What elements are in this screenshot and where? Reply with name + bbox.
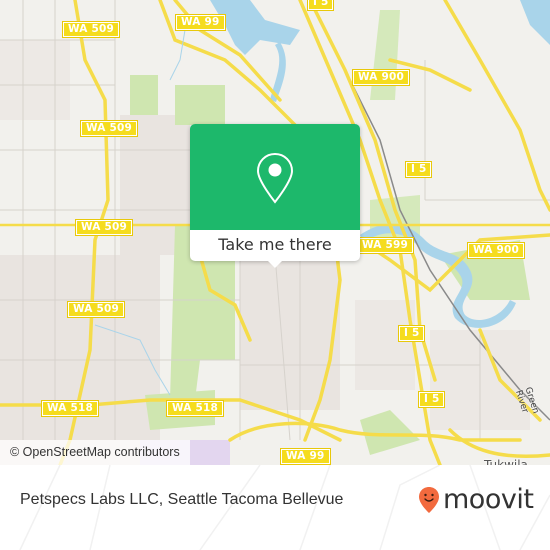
road-shield: I 5 (306, 0, 335, 11)
location-pin-icon (256, 152, 294, 204)
road-shield: WA 518 (165, 400, 225, 417)
footer: Petspecs Labs LLC, Seattle Tacoma Bellev… (0, 465, 550, 550)
map-attribution[interactable]: © OpenStreetMap contributors (0, 440, 190, 465)
urban-area (0, 40, 70, 120)
urban-area (240, 260, 340, 410)
urban-area (355, 300, 415, 390)
moovit-logo: moovit (418, 484, 534, 515)
park (360, 410, 420, 455)
road-shield: WA 518 (40, 400, 100, 417)
place-label-tukwila: Tukwila (484, 458, 528, 465)
road-shield: WA 99 (280, 448, 331, 465)
road-shield: WA 599 (355, 237, 415, 254)
road-shield: WA 509 (79, 120, 139, 137)
waterway (520, 0, 550, 45)
road-shield: WA 509 (61, 21, 121, 38)
map-view[interactable]: WA 509 WA 99 I 5 WA 900 WA 509 I 5 WA 50… (0, 0, 550, 465)
park (370, 10, 400, 100)
popup-pointer (267, 260, 283, 268)
road-shield: WA 900 (351, 69, 411, 86)
park (130, 75, 158, 115)
road-shield: WA 509 (74, 219, 134, 236)
moovit-brand-text: moovit (443, 484, 534, 515)
road-shield: I 5 (417, 391, 446, 408)
road-shield: WA 509 (66, 301, 126, 318)
popup-header (190, 124, 360, 230)
park (175, 85, 225, 125)
location-popup: Take me there (190, 124, 360, 268)
road-shield: I 5 (404, 161, 433, 178)
road-shield: WA 900 (466, 242, 526, 259)
road-shield: I 5 (397, 325, 426, 342)
moovit-smiley-pin-icon (419, 487, 439, 513)
take-me-there-button[interactable]: Take me there (190, 230, 360, 261)
road-shield: WA 99 (175, 14, 226, 31)
place-title: Petspecs Labs LLC, Seattle Tacoma Bellev… (20, 491, 344, 508)
